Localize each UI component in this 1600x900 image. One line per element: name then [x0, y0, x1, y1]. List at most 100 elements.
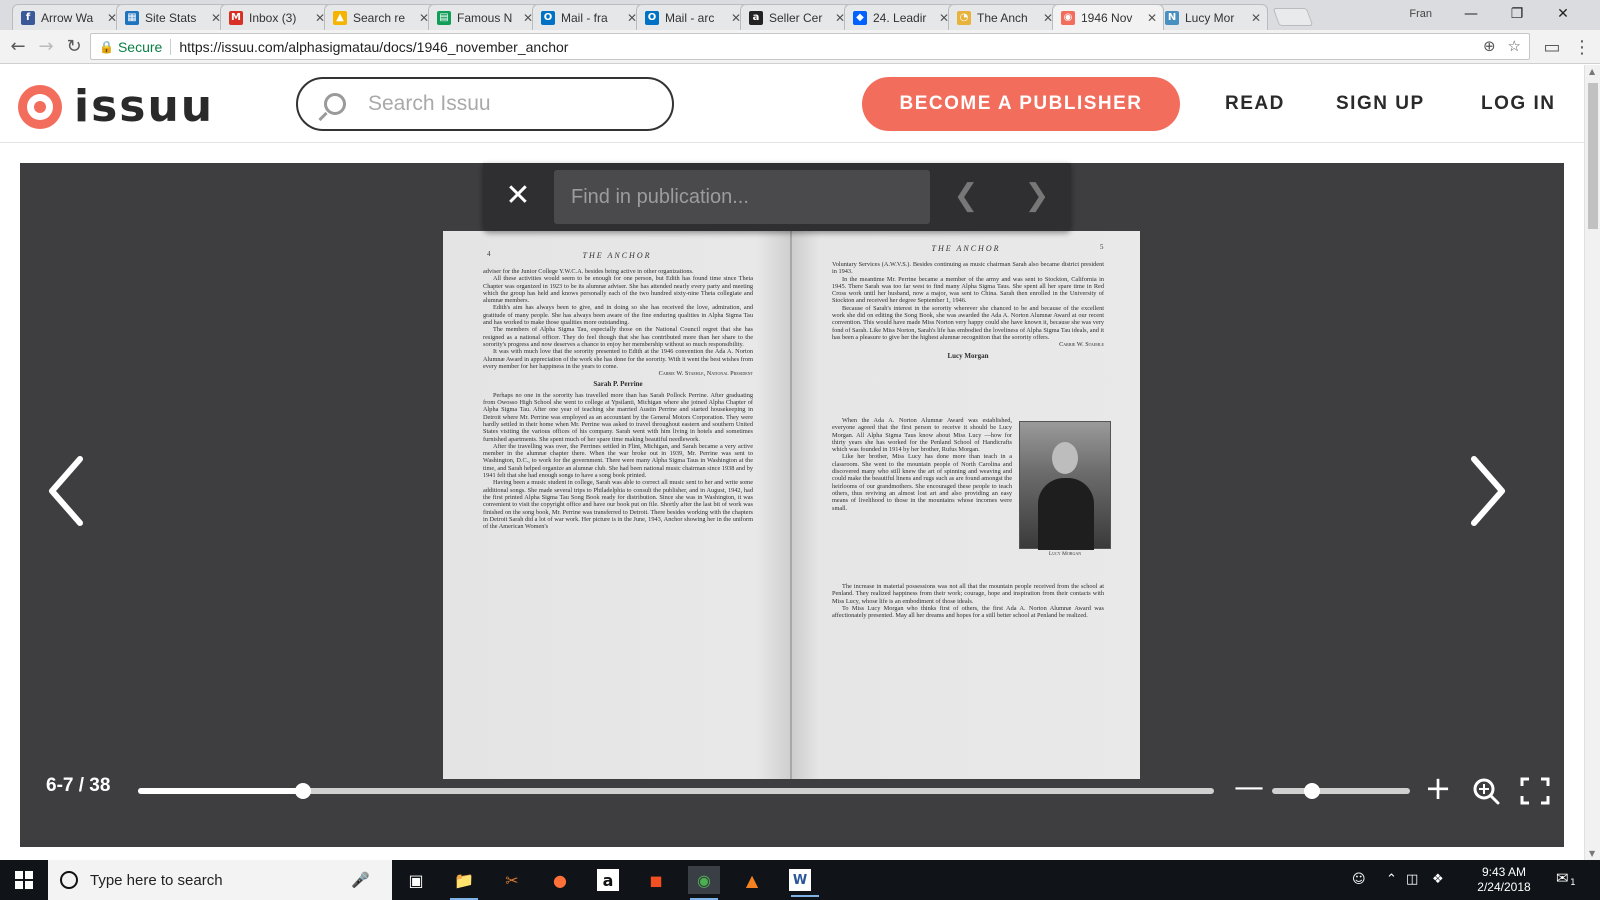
site-header: issuu BECOME A PUBLISHER READ SIGN UP LO… — [0, 65, 1584, 143]
browser-tab[interactable]: f Arrow Wa ✕ — [12, 4, 124, 30]
grid-icon: ▦ — [125, 10, 139, 25]
page-spread[interactable]: 4 THE ANCHOR adviser for the Junior Coll… — [443, 231, 1140, 779]
lucy-morgan-photo — [1019, 421, 1111, 550]
paragraph: To Miss Lucy Morgan who thinks first of … — [832, 604, 1104, 620]
chrome-icon[interactable]: ◉ — [688, 866, 720, 900]
close-window-icon[interactable]: ✕ — [1540, 0, 1586, 28]
address-bar[interactable]: 🔒 Secure https://issuu.com/alphasigmatau… — [90, 33, 1530, 60]
people-icon[interactable]: ☺ — [1352, 872, 1366, 887]
scroll-down-icon[interactable]: ▼ — [1589, 849, 1595, 858]
cast-icon[interactable]: ▭ — [1538, 33, 1566, 61]
cortana-icon — [60, 871, 78, 889]
taskbar-search-placeholder: Type here to search — [90, 871, 223, 889]
outlook-icon: O — [645, 10, 659, 25]
browser-tab[interactable]: ▦ Site Stats ✕ — [116, 4, 228, 30]
microphone-icon[interactable]: 🎤 — [351, 871, 370, 889]
browser-tab[interactable]: ◔ The Anch ✕ — [948, 4, 1060, 30]
reload-icon[interactable]: ↻ — [60, 33, 88, 61]
nav-signup-link[interactable]: SIGN UP — [1336, 93, 1425, 115]
back-arrow-icon[interactable]: ← — [4, 33, 32, 61]
show-hidden-icons-chevron[interactable]: ⌃ — [1386, 872, 1397, 887]
amazon-icon[interactable]: a — [597, 869, 619, 891]
facebook-icon: f — [21, 10, 35, 25]
page-progress-slider[interactable] — [138, 783, 1214, 799]
site-search-input[interactable] — [368, 92, 618, 116]
become-publisher-button[interactable]: BECOME A PUBLISHER — [862, 77, 1180, 131]
site-search[interactable] — [296, 77, 674, 131]
next-page-chevron-icon[interactable] — [1458, 451, 1518, 531]
issuu-logo-icon — [18, 84, 62, 129]
network-icon[interactable]: ◫ — [1406, 872, 1418, 887]
browser-profile-name[interactable]: Fran — [1409, 8, 1432, 20]
dropbox-tray-icon[interactable]: ❖ — [1432, 872, 1444, 887]
taskbar-clock[interactable]: 9:43 AM 2/24/2018 — [1464, 865, 1544, 895]
browser-tab-label: Inbox (3) — [249, 10, 297, 25]
browser-tab[interactable]: N Lucy Mor ✕ — [1156, 4, 1268, 30]
url-text[interactable]: https://issuu.com/alphasigmatau/docs/194… — [179, 39, 568, 55]
new-tab-button[interactable] — [1272, 8, 1314, 26]
windows-start-icon[interactable] — [0, 860, 48, 900]
gmail-icon: M — [229, 10, 243, 25]
browser-tab-label: The Anch — [977, 10, 1028, 25]
right-page-number: 5 — [1100, 243, 1104, 251]
close-tab-icon[interactable]: ✕ — [1251, 11, 1261, 25]
page-scrollbar[interactable]: ▲ ▼ — [1584, 65, 1600, 860]
issuu-logo[interactable]: issuu — [18, 81, 214, 132]
browser-tab[interactable]: ◉ 1946 Nov ✕ — [1052, 4, 1164, 30]
browser-tab-label: Seller Cer — [769, 10, 823, 25]
word-icon[interactable]: W — [789, 869, 819, 897]
taskbar-search[interactable]: Type here to search 🎤 — [48, 860, 392, 900]
forward-arrow-icon[interactable]: → — [32, 33, 60, 61]
photo-caption: Lucy Morgan — [1048, 551, 1082, 557]
paragraph: In the meantime Mr. Perrine became a mem… — [832, 275, 1104, 305]
browser-tab[interactable]: a Seller Cer ✕ — [740, 4, 852, 30]
browser-tab-strip: f Arrow Wa ✕ ▦ Site Stats ✕ M Inbox (3) ✕ ▲ Search… — [0, 0, 1600, 30]
publication-reader: 4 THE ANCHOR adviser for the Junior Coll… — [20, 163, 1564, 847]
paragraph: It was with much love that the sorority … — [483, 348, 753, 370]
find-next-chevron-icon[interactable]: ❯ — [1020, 178, 1054, 213]
file-explorer-icon[interactable]: 📁 — [448, 866, 480, 900]
scroll-up-icon[interactable]: ▲ — [1589, 67, 1595, 76]
browser-tab-label: Site Stats — [145, 10, 197, 25]
find-in-publication-bar: ✕ ❮ ❯ — [483, 163, 1071, 231]
zoom-slider-handle[interactable] — [1304, 783, 1321, 799]
browser-tab[interactable]: M Inbox (3) ✕ — [220, 4, 332, 30]
left-running-head: THE ANCHOR — [582, 251, 652, 260]
nav-read-link[interactable]: READ — [1225, 93, 1285, 115]
zoom-in-icon[interactable]: + — [1424, 772, 1452, 804]
close-find-icon[interactable]: ✕ — [501, 178, 535, 213]
maximize-window-icon[interactable]: ❐ — [1494, 0, 1540, 28]
bookmark-star-icon[interactable]: ☆ — [1508, 37, 1521, 55]
browser-tab[interactable]: ▤ Famous N ✕ — [428, 4, 540, 30]
zoom-slider[interactable] — [1272, 783, 1410, 799]
action-center-icon[interactable]: ✉ — [1556, 869, 1569, 887]
outlook-icon: O — [541, 10, 555, 25]
zoom-out-icon[interactable]: — — [1234, 773, 1264, 803]
left-page: 4 THE ANCHOR adviser for the Junior Coll… — [443, 231, 791, 779]
find-in-publication-input[interactable] — [554, 170, 930, 224]
page-progress-handle[interactable] — [294, 783, 311, 799]
paragraph: The increase in material possessions was… — [832, 583, 1104, 605]
previous-page-chevron-icon[interactable] — [36, 451, 96, 531]
nav-login-link[interactable]: LOG IN — [1481, 93, 1555, 115]
snipping-tool-icon[interactable]: ✂ — [496, 866, 528, 894]
browser-tab[interactable]: ▲ Search re ✕ — [324, 4, 436, 30]
magnifier-zoom-icon[interactable] — [1472, 777, 1500, 805]
browser-menu-icon[interactable]: ⋮ — [1568, 33, 1596, 61]
find-previous-chevron-icon[interactable]: ❮ — [949, 178, 983, 213]
fullscreen-icon[interactable] — [1520, 777, 1550, 805]
task-view-icon[interactable]: ▣ — [400, 866, 432, 894]
browser-tab[interactable]: O Mail - arc ✕ — [636, 4, 748, 30]
browser-tab[interactable]: O Mail - fra ✕ — [532, 4, 644, 30]
vlc-icon[interactable]: ▲ — [736, 866, 768, 894]
scrollbar-thumb[interactable] — [1588, 83, 1598, 229]
firefox-icon[interactable]: ● — [544, 866, 576, 894]
browser-tab-label: Lucy Mor — [1185, 10, 1235, 25]
minimize-window-icon[interactable]: — — [1448, 0, 1494, 28]
zoom-icon[interactable]: ⊕ — [1483, 37, 1496, 55]
address-divider — [170, 38, 172, 55]
browser-tab[interactable]: ◆ 24. Leadir ✕ — [844, 4, 956, 30]
right-page-text-beside-photo: When the Ada A. Norton Alumnæ Award was … — [832, 417, 1012, 512]
office-icon[interactable]: ◼ — [640, 866, 672, 894]
close-tab-icon[interactable]: ✕ — [1147, 11, 1157, 25]
